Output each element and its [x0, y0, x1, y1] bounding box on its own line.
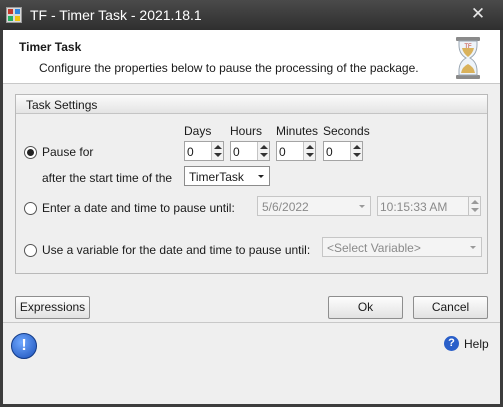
column-minutes: Minutes	[276, 124, 319, 138]
pause-for-label: Pause for	[42, 145, 94, 159]
svg-text:TF: TF	[464, 44, 472, 50]
variable-label: Use a variable for the date and time to …	[42, 243, 311, 257]
minutes-spin-buttons[interactable]	[303, 142, 315, 160]
days-spin-buttons[interactable]	[211, 142, 223, 160]
spin-down-icon[interactable]	[353, 153, 361, 157]
seconds-spinner[interactable]: 0	[323, 141, 363, 161]
seconds-spin-buttons[interactable]	[350, 142, 362, 160]
column-hours: Hours	[230, 124, 263, 138]
variable-radio[interactable]	[24, 244, 37, 257]
spin-down-icon[interactable]	[471, 208, 479, 212]
task-settings-group: Task Settings Days Hours Minutes Seconds…	[15, 94, 488, 274]
hours-spin-buttons[interactable]	[257, 142, 269, 160]
dialog-body: Timer Task Configure the properties belo…	[3, 30, 500, 404]
date-time-radio[interactable]	[24, 202, 37, 215]
spin-up-icon[interactable]	[471, 200, 479, 204]
footer-divider	[3, 322, 500, 323]
help-link[interactable]: Help	[464, 337, 489, 351]
spin-up-icon[interactable]	[353, 145, 361, 149]
minutes-value: 0	[279, 145, 286, 159]
pause-for-radio[interactable]	[24, 146, 37, 159]
chevron-down-icon	[470, 246, 476, 249]
spin-down-icon[interactable]	[306, 153, 314, 157]
task-select[interactable]: TimerTask	[184, 166, 270, 186]
after-start-label: after the start time of the	[42, 171, 173, 185]
time-value: 10:15:33 AM	[380, 200, 448, 214]
close-icon[interactable]: ✕	[458, 3, 498, 25]
time-spin-buttons[interactable]	[468, 197, 480, 215]
date-value: 5/6/2022	[262, 200, 309, 214]
expressions-button[interactable]: Expressions	[15, 296, 90, 319]
variable-placeholder: <Select Variable>	[327, 241, 421, 255]
hours-value: 0	[233, 145, 240, 159]
ok-button[interactable]: Ok	[328, 296, 403, 319]
dialog-window: TF - Timer Task - 2021.18.1 ✕ Timer Task…	[0, 0, 503, 407]
spin-down-icon[interactable]	[260, 153, 268, 157]
spin-up-icon[interactable]	[260, 145, 268, 149]
date-picker[interactable]: 5/6/2022	[257, 196, 371, 216]
column-seconds: Seconds	[323, 124, 370, 138]
chevron-down-icon	[359, 205, 365, 208]
window-title: TF - Timer Task - 2021.18.1	[30, 7, 202, 23]
spin-down-icon[interactable]	[214, 153, 222, 157]
hourglass-icon: TF	[456, 37, 480, 79]
chevron-down-icon	[258, 175, 264, 178]
task-select-value: TimerTask	[189, 170, 244, 184]
spin-up-icon[interactable]	[306, 145, 314, 149]
title-bar[interactable]: TF - Timer Task - 2021.18.1 ✕	[0, 0, 503, 30]
dialog-header: Timer Task Configure the properties belo…	[3, 30, 500, 84]
hours-spinner[interactable]: 0	[230, 141, 270, 161]
time-picker[interactable]: 10:15:33 AM	[377, 196, 481, 216]
spin-up-icon[interactable]	[214, 145, 222, 149]
minutes-spinner[interactable]: 0	[276, 141, 316, 161]
date-time-label: Enter a date and time to pause until:	[42, 201, 235, 215]
cancel-button[interactable]: Cancel	[413, 296, 488, 319]
help-icon[interactable]: ?	[444, 336, 459, 351]
app-icon	[6, 7, 22, 23]
group-title: Task Settings	[26, 98, 98, 112]
seconds-value: 0	[326, 145, 333, 159]
info-glyph: !	[21, 337, 27, 354]
days-spinner[interactable]: 0	[184, 141, 224, 161]
variable-select[interactable]: <Select Variable>	[322, 237, 482, 257]
header-description: Configure the properties below to pause …	[39, 61, 419, 75]
days-value: 0	[187, 145, 194, 159]
group-header: Task Settings	[16, 95, 487, 114]
column-days: Days	[184, 124, 212, 138]
info-icon[interactable]: !	[11, 333, 37, 359]
header-title: Timer Task	[19, 40, 82, 54]
